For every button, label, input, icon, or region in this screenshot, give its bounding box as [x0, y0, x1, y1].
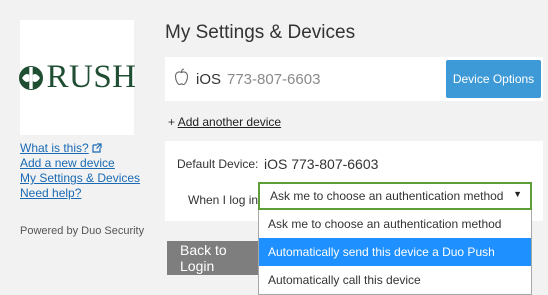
login-method-dropdown: Ask me to choose an authentication metho…	[258, 210, 532, 295]
powered-by-text: Powered by Duo Security	[20, 225, 145, 237]
device-phone: 773-807-6603	[227, 71, 321, 88]
need-help-link[interactable]: Need help?	[20, 186, 140, 201]
apple-icon	[174, 68, 189, 86]
device-card: iOS 773-807-6603 Device Options	[165, 57, 543, 101]
login-method-selected: Ask me to choose an authentication metho…	[270, 189, 504, 203]
dropdown-option-push[interactable]: Automatically send this device a Duo Pus…	[259, 238, 531, 266]
back-to-login-button[interactable]: Back to Login	[167, 241, 263, 275]
my-settings-devices-link[interactable]: My Settings & Devices	[20, 171, 140, 186]
add-new-device-link[interactable]: Add a new device	[20, 156, 140, 171]
page-title: My Settings & Devices	[165, 22, 356, 43]
login-method-select[interactable]: Ask me to choose an authentication metho…	[258, 182, 532, 210]
rush-logo: RUSH	[17, 59, 136, 96]
default-device-label: Default Device:	[177, 157, 259, 171]
device-os: iOS	[196, 71, 222, 88]
logo-text: RUSH	[46, 59, 137, 95]
external-link-icon	[92, 143, 102, 153]
dropdown-option-ask[interactable]: Ask me to choose an authentication metho…	[259, 210, 531, 238]
what-is-this-link[interactable]: What is this?	[20, 141, 140, 156]
default-device-value: iOS 773-807-6603	[264, 156, 379, 172]
settings-card: Default Device: iOS 773-807-6603 When I …	[165, 141, 543, 221]
what-is-this-label: What is this?	[20, 141, 89, 155]
device-options-button[interactable]: Device Options	[446, 60, 541, 98]
when-login-label: When I log in:	[188, 193, 262, 207]
logo-panel: RUSH	[17, 20, 136, 135]
dropdown-option-call[interactable]: Automatically call this device	[259, 266, 531, 294]
dropdown-arrow-icon: ▼	[513, 189, 522, 199]
sidebar-links: What is this? Add a new device My Settin…	[20, 141, 140, 201]
add-another-prefix: +	[168, 115, 178, 129]
add-another-device: + Add another device	[168, 115, 281, 129]
rush-emblem-icon	[19, 65, 44, 90]
add-another-device-link[interactable]: Add another device	[178, 115, 281, 129]
